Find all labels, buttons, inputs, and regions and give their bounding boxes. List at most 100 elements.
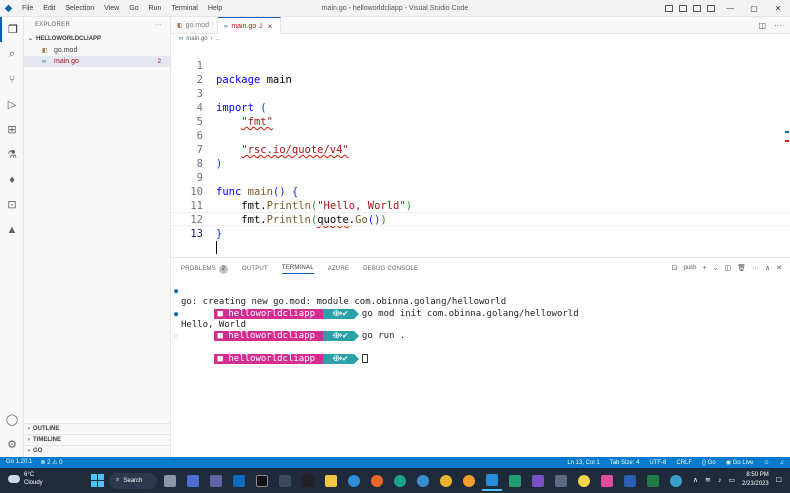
battery-icon[interactable]: ▭ (728, 476, 735, 484)
breadcrumb-symbol[interactable]: ... (216, 36, 221, 42)
teams-icon[interactable] (206, 471, 226, 491)
remote-window-icon[interactable]: ⊡ (0, 192, 24, 217)
task-view-icon[interactable] (160, 471, 180, 491)
tab-azure[interactable]: AZURE (328, 266, 349, 272)
notification-icon[interactable]: ☐ (776, 476, 782, 484)
more-actions-icon[interactable]: ··· (752, 265, 759, 272)
tab-problems[interactable]: PROBLEMS 2 (181, 264, 228, 274)
extensions-icon[interactable]: ⊞ (0, 117, 24, 142)
outlook-icon[interactable] (229, 471, 249, 491)
chevron-down-icon[interactable]: ⌄ (713, 264, 719, 272)
go-live-status[interactable]: ◉ Go Live (726, 459, 754, 466)
testing-icon[interactable]: ⚗ (0, 142, 24, 167)
problems-status[interactable]: ⊗ 2 ⚠ 0 (40, 459, 62, 466)
file-item-main-go[interactable]: ∞ main.go 2 (24, 56, 170, 67)
split-editor-icon[interactable]: ◫ (758, 21, 766, 30)
weather-widget[interactable]: 6°C Cloudy (8, 471, 43, 487)
folder-root[interactable]: ⌄ HELLOWORLDCLIAPP (24, 32, 170, 45)
new-terminal-plus-icon[interactable]: + (703, 265, 707, 272)
account-icon[interactable]: ◯ (0, 407, 24, 432)
kill-terminal-trash-icon[interactable]: 🗑 (737, 264, 746, 272)
command-decoration-icon[interactable]: ○ (174, 331, 178, 342)
windows-start-icon[interactable] (88, 472, 106, 490)
menu-selection[interactable]: Selection (60, 0, 99, 17)
tab-output[interactable]: OUTPUT (242, 266, 268, 272)
toggle-secondary-sidebar-icon[interactable] (690, 0, 704, 17)
edge-dev-icon[interactable] (344, 471, 364, 491)
code-editor[interactable]: 1 package main 2 3 import ( 4 "fmt" 5 6 … (171, 44, 790, 256)
close-window-button[interactable]: ✕ (766, 0, 790, 17)
close-panel-icon[interactable]: ✕ (776, 264, 782, 272)
browser-icon[interactable] (666, 471, 686, 491)
remote-explorer-icon[interactable]: ♦ (0, 167, 24, 192)
explorer-more-button[interactable]: ··· (155, 22, 162, 28)
notifications-bell-icon[interactable]: ♫ (780, 460, 785, 466)
powershell-icon[interactable] (275, 471, 295, 491)
menu-edit[interactable]: Edit (38, 0, 60, 17)
outline-section[interactable]: › OUTLINE (24, 423, 171, 434)
taskbar-clock[interactable]: 8:50 PM 2/23/2023 (742, 471, 769, 489)
chrome-canary-icon[interactable] (459, 471, 479, 491)
close-icon[interactable]: × (268, 22, 273, 31)
terminal-shell-name[interactable]: push (684, 265, 697, 271)
remote-desktop-icon[interactable] (551, 471, 571, 491)
cursor-position-status[interactable]: Ln 13, Col 1 (567, 460, 599, 466)
go-section[interactable]: › GO (24, 445, 171, 456)
tab-debug-console[interactable]: DEBUG CONSOLE (363, 266, 418, 272)
menu-terminal[interactable]: Terminal (166, 0, 202, 17)
volume-icon[interactable]: ♪ (718, 477, 722, 484)
command-decoration-icon[interactable]: ● (174, 309, 178, 320)
menu-go[interactable]: Go (124, 0, 143, 17)
search-icon[interactable]: ⌕ (0, 42, 24, 67)
menu-file[interactable]: File (17, 0, 38, 17)
go-version-status[interactable]: Go 1.20.1 (6, 459, 32, 466)
customize-layout-icon[interactable] (704, 0, 718, 17)
feedback-icon[interactable]: ☺ (763, 460, 769, 466)
toggle-panel-icon[interactable] (676, 0, 690, 17)
timeline-section[interactable]: › TIMELINE (24, 434, 171, 445)
file-explorer-icon[interactable] (321, 471, 341, 491)
eol-status[interactable]: CRLF (676, 460, 692, 466)
run-debug-icon[interactable]: ▷ (0, 92, 24, 117)
visual-studio-icon[interactable] (528, 471, 548, 491)
tab-terminal[interactable]: TERMINAL (281, 265, 314, 274)
terminal-output[interactable]: ● ■ helloworldcliapp ⟴✔ go mod init com.ob… (171, 286, 790, 364)
split-terminal-icon[interactable]: ◫ (724, 264, 731, 272)
word-icon[interactable] (620, 471, 640, 491)
command-decoration-icon[interactable]: ● (174, 286, 178, 297)
language-mode-status[interactable]: {} Go (702, 460, 716, 466)
tab-main-go[interactable]: ∞ main.go 2 × (218, 17, 282, 35)
file-item-go-mod[interactable]: ◧ go.mod (24, 45, 170, 56)
menu-help[interactable]: Help (203, 0, 227, 17)
toggle-primary-sidebar-icon[interactable] (662, 0, 676, 17)
explorer-icon[interactable]: ❐ (0, 17, 24, 42)
tab-go-mod[interactable]: ◧ go.mod (171, 17, 219, 34)
edge-icon[interactable] (390, 471, 410, 491)
vscode-insiders-icon[interactable] (505, 471, 525, 491)
source-control-icon[interactable]: ⑂ (0, 67, 24, 92)
taskbar-search[interactable]: ⌕ Search (109, 472, 157, 489)
menu-view[interactable]: View (99, 0, 124, 17)
terminal-preview-icon[interactable] (298, 471, 318, 491)
encoding-status[interactable]: UTF-8 (649, 460, 666, 466)
chrome-icon[interactable] (436, 471, 456, 491)
edge-beta-icon[interactable] (413, 471, 433, 491)
minimize-button[interactable]: — (718, 0, 742, 17)
chevron-up-icon[interactable]: ∧ (693, 476, 698, 484)
maximize-button[interactable]: ▢ (742, 0, 766, 17)
excel-icon[interactable] (643, 471, 663, 491)
sticky-notes-icon[interactable] (574, 471, 594, 491)
widgets-icon[interactable] (183, 471, 203, 491)
firefox-icon[interactable] (367, 471, 387, 491)
menu-run[interactable]: Run (144, 0, 167, 17)
maximize-panel-icon[interactable]: ∧ (765, 264, 770, 272)
manage-gear-icon[interactable]: ⚙ (0, 432, 24, 457)
app-icon[interactable] (597, 471, 617, 491)
more-actions-icon[interactable]: ··· (774, 21, 782, 30)
wifi-icon[interactable]: ≋ (705, 476, 711, 484)
tab-size-status[interactable]: Tab Size: 4 (610, 460, 640, 466)
azure-icon[interactable]: ▲ (0, 217, 24, 242)
terminal-app-icon[interactable] (252, 471, 272, 491)
breadcrumb-file[interactable]: main.go (186, 36, 207, 42)
vscode-taskbar-icon[interactable] (482, 471, 502, 491)
